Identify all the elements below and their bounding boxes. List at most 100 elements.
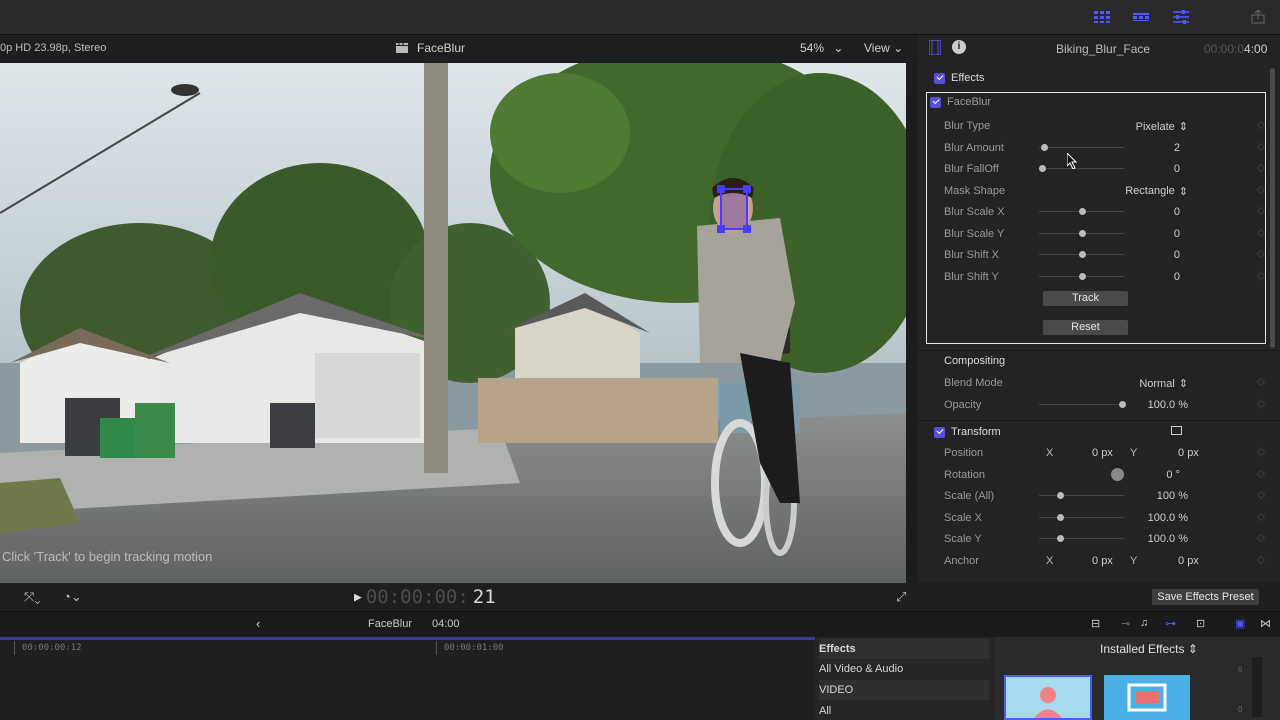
- info-icon[interactable]: i: [952, 40, 966, 54]
- anchor-x-field[interactable]: 0 px: [1092, 555, 1113, 567]
- slider-knob[interactable]: [1079, 208, 1086, 215]
- category-all[interactable]: All: [819, 701, 989, 720]
- scale-x-slider[interactable]: [1039, 514, 1124, 521]
- inspector-header: i Biking_Blur_Face 00:00:04:00: [918, 35, 1280, 62]
- keyframe-icon[interactable]: [1256, 555, 1266, 565]
- scale-y-row: Scale Y 100.0 %: [944, 530, 1266, 548]
- param-value[interactable]: 0: [1174, 206, 1180, 218]
- transform-onscreen-icon[interactable]: [1171, 426, 1182, 435]
- back-chevron-icon[interactable]: ‹: [256, 616, 260, 631]
- person-icon: [1034, 687, 1062, 718]
- save-effects-preset-button[interactable]: Save Effects Preset: [1152, 589, 1259, 605]
- category-video[interactable]: VIDEO: [819, 680, 989, 700]
- effects-section[interactable]: Effects: [934, 72, 984, 84]
- effects-header[interactable]: Effects: [819, 639, 989, 659]
- timeline-ruler[interactable]: 00:00:00:12 00:00:01:00: [0, 637, 815, 720]
- viewer-header: 0p HD 23.98p, Stereo FaceBlur 54% ⌄ View…: [0, 35, 918, 62]
- faceblur-effect-header[interactable]: FaceBlur: [930, 96, 991, 108]
- param-value[interactable]: 2: [1174, 142, 1180, 154]
- snapping-icon[interactable]: ⊡: [1196, 617, 1205, 630]
- share-icon[interactable]: [1243, 7, 1273, 27]
- effect-thumbnail-faceblur[interactable]: [1004, 675, 1092, 720]
- installed-effects-dropdown[interactable]: Installed Effects ⇕: [1100, 642, 1198, 656]
- compositing-section[interactable]: Compositing: [944, 355, 1005, 367]
- position-x-field[interactable]: 0 px: [1092, 447, 1113, 459]
- view-dropdown[interactable]: View ⌄: [864, 41, 903, 55]
- param-slider[interactable]: [1039, 229, 1124, 237]
- anchor-y-field[interactable]: 0 px: [1178, 555, 1199, 567]
- param-row-blur-scale-x: Blur Scale X0: [944, 203, 1266, 221]
- effect-thumbnail-2[interactable]: [1104, 675, 1190, 720]
- track-button[interactable]: Track: [1043, 291, 1128, 306]
- viewer-controls: ⤧⌄ ◔⌄ ▶ 00:00:00: 21 ⤢: [0, 583, 918, 611]
- video-inspector-icon[interactable]: [928, 39, 942, 58]
- slider-knob[interactable]: [1079, 251, 1086, 258]
- param-value[interactable]: 0: [1174, 163, 1180, 175]
- zoom-dropdown[interactable]: 54% ⌄: [800, 41, 843, 55]
- keyframe-icon[interactable]: [1256, 469, 1266, 479]
- chevron-down-icon: ⌄: [893, 41, 904, 55]
- scale-all-row: Scale (All) 100 %: [944, 487, 1266, 505]
- category-all-video-audio[interactable]: All Video & Audio: [819, 659, 989, 679]
- transform-section[interactable]: Transform: [934, 426, 1001, 438]
- param-slider[interactable]: [1039, 251, 1124, 258]
- faceblur-checkbox[interactable]: [930, 96, 941, 108]
- keyframe-icon[interactable]: [1256, 490, 1266, 500]
- param-slider[interactable]: [1039, 272, 1124, 280]
- param-popup[interactable]: Pixelate ⇕: [1136, 120, 1188, 134]
- transform-tool-icon[interactable]: ⤧⌄: [24, 589, 41, 605]
- param-row-blur-falloff: Blur FallOff 0: [944, 160, 1266, 178]
- keyframe-icon[interactable]: [1256, 512, 1266, 522]
- slider-knob[interactable]: [1079, 272, 1086, 280]
- blend-mode-popup[interactable]: Normal ⇕: [1139, 377, 1188, 391]
- keyframe-icon[interactable]: [1256, 533, 1266, 543]
- position-row: Position X 0 px Y 0 px: [944, 444, 1266, 462]
- param-popup[interactable]: Rectangle ⇕: [1125, 185, 1188, 198]
- param-slider[interactable]: [1039, 208, 1124, 215]
- param-value[interactable]: 0: [1174, 228, 1180, 240]
- param-row-mask-shape: Mask Shape Rectangle ⇕: [944, 182, 1266, 200]
- anchor-row: Anchor X 0 px Y 0 px: [944, 552, 1266, 570]
- param-row-blur-amount: Blur Amount 2: [944, 139, 1266, 157]
- param-row-blur-scale-y: Blur Scale Y0: [944, 225, 1266, 243]
- position-y-field[interactable]: 0 px: [1178, 447, 1199, 459]
- scale-all-slider[interactable]: [1039, 492, 1124, 499]
- effects-browser-content: Installed Effects ⇕ 6 0: [995, 637, 1280, 720]
- slider-knob[interactable]: [1079, 229, 1086, 237]
- rotation-dial[interactable]: [1111, 468, 1124, 481]
- opacity-slider[interactable]: [1039, 401, 1126, 408]
- skimming-icon[interactable]: ⊸: [1121, 617, 1130, 630]
- video-frame: [0, 63, 906, 583]
- keyframe-icon[interactable]: [1256, 377, 1266, 387]
- audio-skimming-icon[interactable]: ♫: [1140, 617, 1148, 629]
- scale-y-slider[interactable]: [1039, 535, 1124, 542]
- timeline-strip-icon[interactable]: [1126, 7, 1156, 27]
- fullscreen-icon[interactable]: ⤢: [896, 589, 906, 605]
- video-viewer[interactable]: Click 'Track' to begin tracking motion: [0, 63, 906, 583]
- effects-checkbox[interactable]: [934, 72, 945, 84]
- solo-icon[interactable]: ⊶: [1165, 617, 1176, 630]
- speed-tool-icon[interactable]: ◔⌄: [63, 589, 82, 605]
- play-icon[interactable]: ▶: [354, 590, 362, 605]
- reset-button[interactable]: Reset: [1043, 320, 1128, 335]
- inspector-panel: Effects FaceBlur Blur Type Pixelate ⇕ Blur …: [918, 62, 1280, 582]
- param-slider[interactable]: [1039, 143, 1124, 151]
- timeline-clip-name: FaceBlur: [368, 618, 413, 630]
- inspector-scrollbar[interactable]: [1270, 68, 1275, 348]
- inspector-sliders-icon[interactable]: [1166, 7, 1196, 27]
- keyframe-icon[interactable]: [1256, 447, 1266, 457]
- param-value[interactable]: 0: [1174, 249, 1180, 261]
- opacity-row: Opacity 100.0 %: [944, 396, 1266, 414]
- updown-icon: ⇕: [1187, 642, 1198, 656]
- keyframe-icon[interactable]: [1256, 399, 1266, 409]
- clip-appearance-icon[interactable]: ⊟: [1091, 617, 1100, 630]
- transform-checkbox[interactable]: [934, 426, 945, 438]
- slider-knob[interactable]: [1039, 165, 1046, 172]
- libraries-grid-icon[interactable]: [1087, 7, 1117, 27]
- effects-browser-icon[interactable]: ▣: [1235, 617, 1245, 630]
- slider-knob[interactable]: [1041, 143, 1048, 151]
- param-row-blur-type: Blur Type Pixelate ⇕: [944, 117, 1266, 135]
- param-slider[interactable]: [1039, 165, 1124, 172]
- param-value[interactable]: 0: [1174, 271, 1180, 283]
- transitions-browser-icon[interactable]: ⋈: [1260, 617, 1271, 630]
